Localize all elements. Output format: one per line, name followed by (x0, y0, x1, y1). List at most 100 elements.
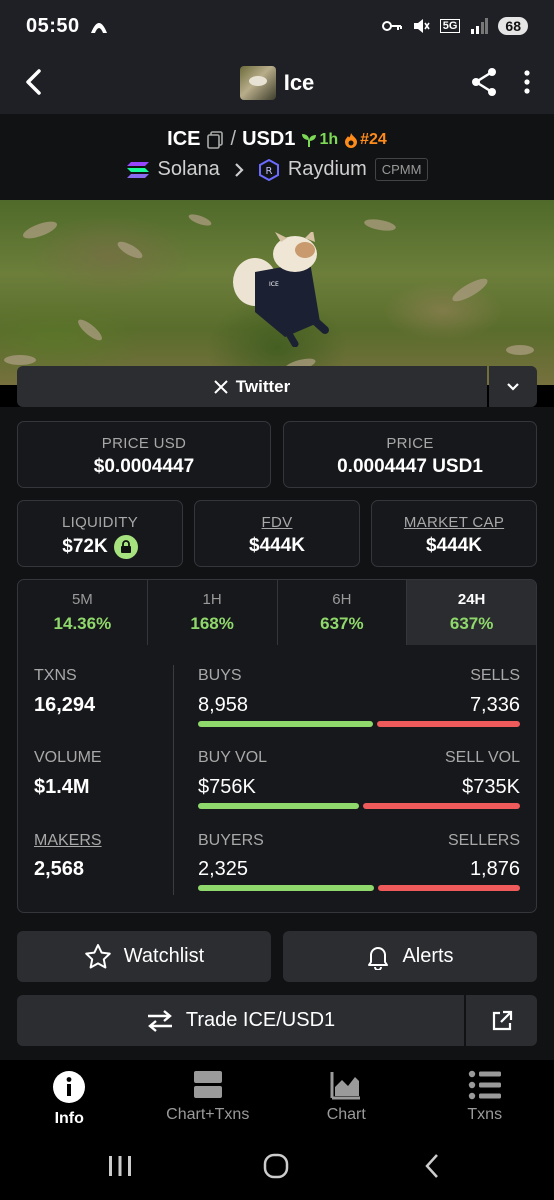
bell-icon (368, 946, 389, 970)
copy-address-button[interactable] (206, 130, 225, 149)
timeframe-change: 168% (190, 614, 234, 633)
home-button[interactable] (256, 1151, 296, 1181)
trending-rank: #24 (344, 131, 387, 149)
share-button[interactable] (466, 64, 502, 100)
tab-1h[interactable]: 1H 168% (148, 580, 278, 645)
alerts-button[interactable]: Alerts (283, 931, 537, 982)
price-value: 0.0004447 USD1 (337, 456, 483, 477)
market-cap-card[interactable]: MARKET CAP $444K (371, 500, 537, 567)
volume-label: VOLUME (34, 749, 102, 766)
flame-icon (345, 132, 358, 148)
dog-illustration: ICE (233, 232, 329, 347)
pair-age-label: 1h (319, 130, 339, 148)
market-cap-value: $444K (426, 535, 482, 556)
raydium-icon: R (258, 158, 279, 181)
market-cap-label: MARKET CAP (403, 514, 505, 531)
split-icon (193, 1071, 222, 1098)
tab-chart-txns[interactable]: Chart+Txns (139, 1060, 278, 1135)
recent-apps-icon (109, 1156, 131, 1176)
price-card: PRICE 0.0004447 USD1 (283, 421, 537, 488)
socials-dropdown-button[interactable] (489, 366, 537, 407)
timeframe-change: 637% (320, 614, 364, 633)
lock-icon (120, 540, 131, 553)
signal-icon (471, 18, 489, 34)
twitter-label: Twitter (235, 376, 291, 396)
sells-label: SELLS (470, 667, 520, 684)
chart-icon (330, 1072, 361, 1100)
trade-button[interactable]: Trade ICE/USD1 (17, 995, 464, 1046)
home-icon (263, 1153, 289, 1179)
tab-info-label: Info (54, 1110, 84, 1127)
system-back-button[interactable] (412, 1151, 452, 1181)
chevron-down-icon (507, 382, 519, 391)
fdv-label: FDV (261, 514, 293, 531)
fdv-value: $444K (249, 535, 305, 556)
fdv-card[interactable]: FDV $444K (194, 500, 360, 567)
tab-txns-label: Txns (467, 1106, 503, 1123)
sell-volume-label: SELL VOL (444, 749, 520, 766)
sellers-bar (378, 885, 520, 891)
liquidity-label: LIQUIDITY (61, 514, 139, 531)
star-icon (84, 943, 111, 968)
chevron-right-icon (235, 162, 244, 177)
buy-volume-value: $756K (198, 776, 256, 798)
recent-apps-button[interactable] (100, 1151, 140, 1181)
base-symbol: ICE (167, 128, 201, 150)
sellers-label: SELLERS (447, 832, 520, 849)
tab-6h[interactable]: 6H 637% (278, 580, 408, 645)
vertical-dots-icon (524, 70, 530, 94)
tab-24h[interactable]: 24H 637% (407, 580, 536, 645)
liquidity-card: LIQUIDITY $72K (17, 500, 183, 567)
timeframe-change: 14.36% (53, 614, 112, 633)
watchlist-button[interactable]: Watchlist (17, 931, 271, 982)
sells-bar (377, 721, 520, 727)
sell-volume-bar (363, 803, 520, 809)
buyers-value: 2,325 (198, 858, 249, 880)
external-link-icon (492, 1010, 512, 1030)
dex-link[interactable]: Raydium (288, 158, 367, 181)
twitter-button[interactable]: Twitter (17, 366, 487, 407)
buyers-label: BUYERS (198, 832, 264, 849)
timeframe-label: 5M (71, 591, 93, 608)
sellers-value: 1,876 (469, 858, 520, 880)
timeframe-label: 24H (457, 591, 486, 608)
trending-rank-label: #24 (360, 130, 387, 148)
tab-chart[interactable]: Chart (277, 1060, 416, 1135)
list-icon (468, 1070, 501, 1100)
tab-chart-txns-label: Chart+Txns (166, 1106, 250, 1123)
x-logo-icon (214, 379, 228, 394)
buys-bar (198, 721, 373, 727)
chain-link[interactable]: Solana (158, 158, 220, 181)
quote-symbol: USD1 (242, 128, 296, 150)
txns-label: TXNS (34, 667, 77, 684)
timeframe-label: 6H (332, 591, 352, 608)
info-icon (53, 1071, 86, 1103)
timeframe-label: 1H (202, 591, 222, 608)
pair-header: ICE / USD1 1h #24 Solana R Raydium CPMM (0, 114, 554, 200)
bottom-tab-bar: Info Chart+Txns Chart Txns (0, 1060, 554, 1135)
pair-age: 1h (301, 131, 338, 149)
timeframe-tabs: 5M 14.36% 1H 168% 6H 637% 24H 637% (17, 579, 537, 646)
buys-label: BUYS (198, 667, 242, 684)
status-bar: 05:50 5G 68 (0, 0, 554, 52)
makers-label[interactable]: MAKERS (34, 832, 102, 850)
watchlist-label: Watchlist (123, 945, 205, 967)
back-chevron-icon (425, 1154, 438, 1178)
pool-type-badge: CPMM (374, 158, 429, 181)
price-usd-label: PRICE USD (101, 435, 187, 452)
mute-icon (413, 19, 430, 33)
makers-value: 2,568 (34, 858, 85, 880)
pair-separator: / (230, 128, 237, 150)
buy-volume-bar (198, 803, 359, 809)
stats-divider (173, 665, 174, 895)
trading-stats: TXNS 16,294 VOLUME $1.4M MAKERS 2,568 BU… (17, 645, 537, 913)
tab-txns[interactable]: Txns (416, 1060, 554, 1135)
open-external-button[interactable] (466, 995, 537, 1046)
share-icon (472, 68, 496, 96)
liquidity-locked-badge[interactable] (113, 535, 138, 559)
timeframe-change: 637% (449, 614, 494, 633)
tab-info[interactable]: Info (0, 1060, 139, 1135)
more-options-button[interactable] (514, 64, 540, 100)
back-button[interactable] (14, 62, 54, 102)
tab-5m[interactable]: 5M 14.36% (18, 580, 148, 645)
